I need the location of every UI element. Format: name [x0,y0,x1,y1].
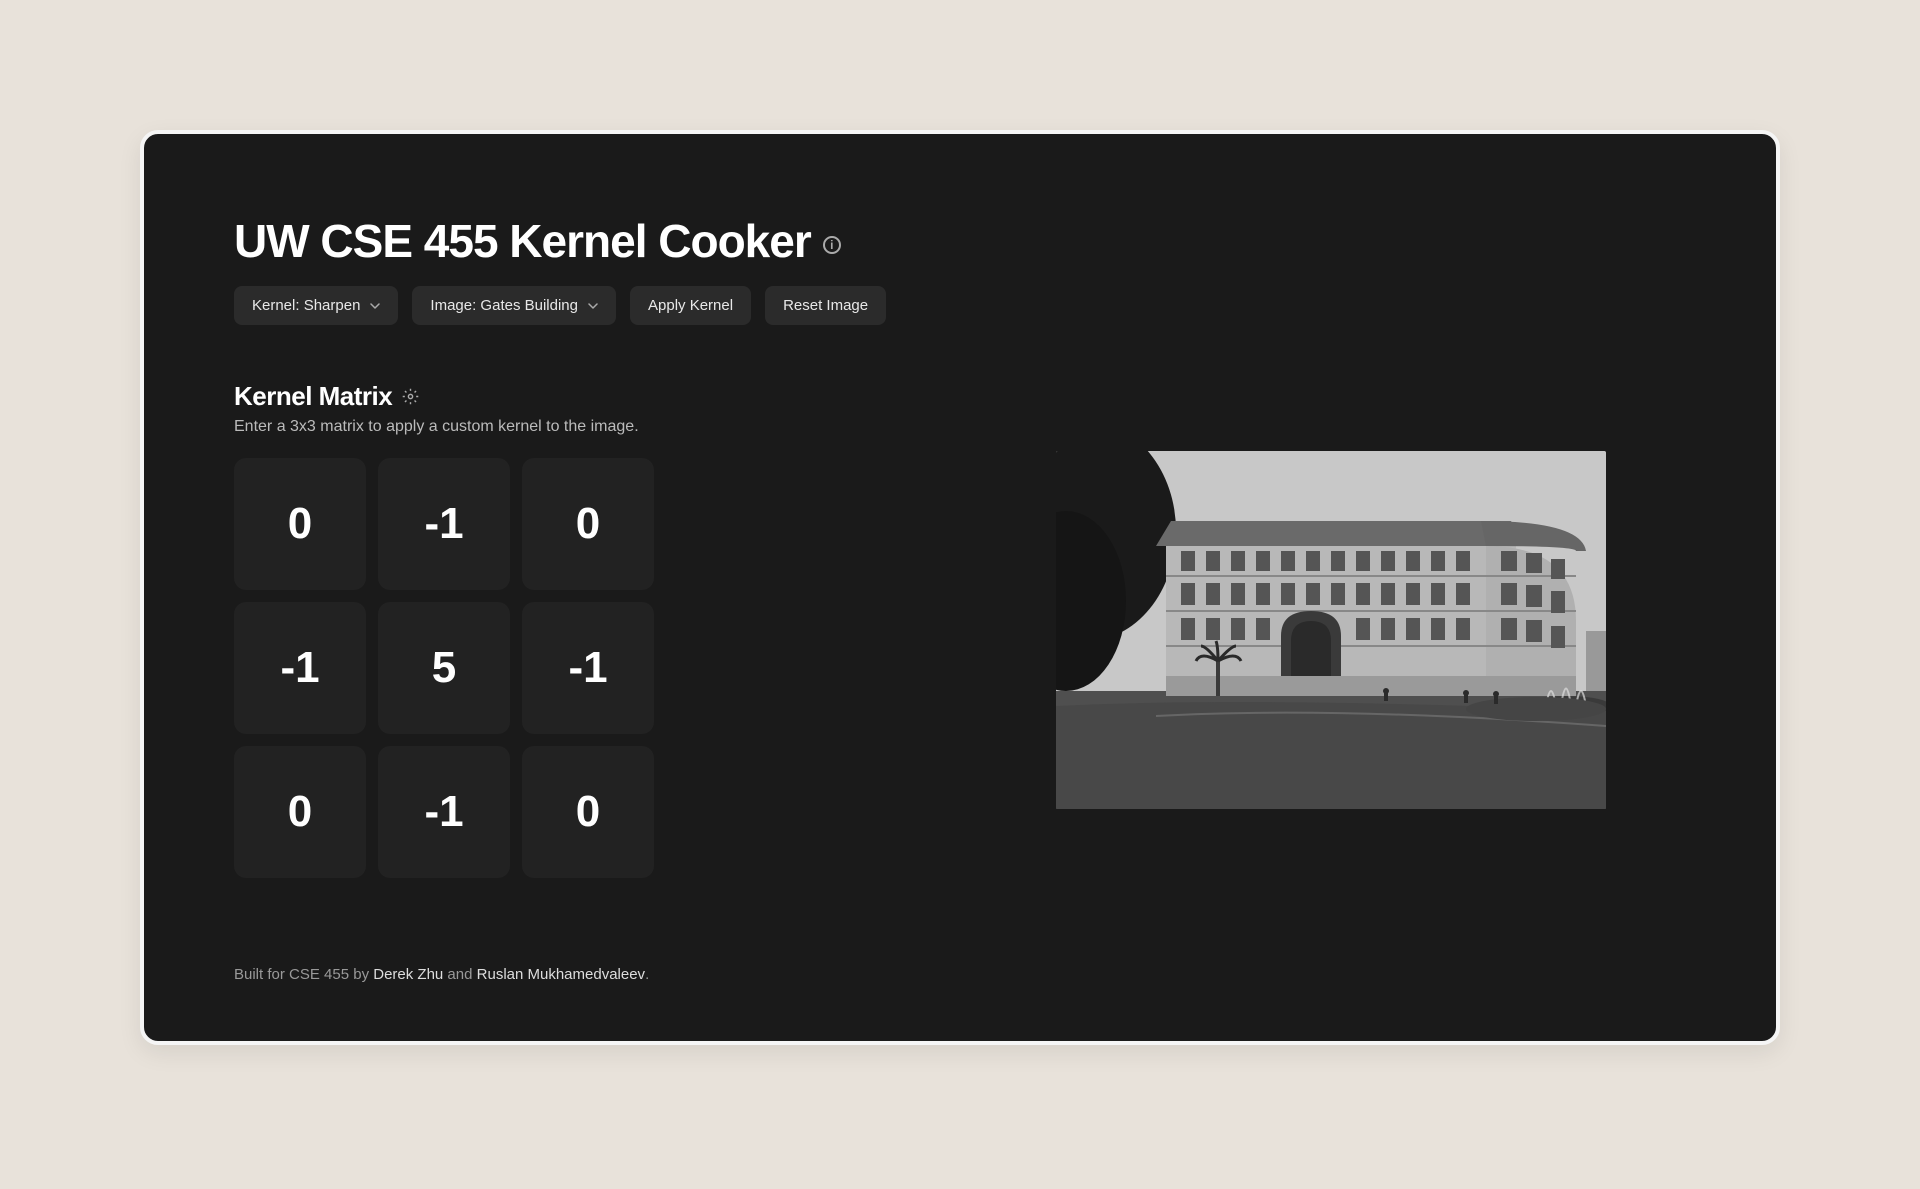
info-icon[interactable]: i [823,236,841,254]
author-link-2[interactable]: Ruslan Mukhamedvaleev [477,966,645,983]
page-title: UW CSE 455 Kernel Cooker [234,214,811,268]
matrix-cell-1-2[interactable]: -1 [522,602,654,734]
app-window: UW CSE 455 Kernel Cooker i Kernel: Sharp… [140,130,1780,1045]
gear-icon[interactable] [402,388,419,405]
image-select-label: Image: Gates Building [430,297,578,314]
right-panel [714,381,1686,878]
footer-suffix: . [645,966,649,983]
footer: Built for CSE 455 by Derek Zhu and Rusla… [234,966,1686,983]
chevron-down-icon [370,303,380,309]
image-select[interactable]: Image: Gates Building [412,286,616,325]
kernel-matrix: 0 -1 0 -1 5 -1 0 -1 0 [234,458,654,878]
matrix-cell-2-1[interactable]: -1 [378,746,510,878]
section-header: Kernel Matrix [234,381,654,412]
author-link-1[interactable]: Derek Zhu [373,966,443,983]
content: Kernel Matrix Enter a 3x3 matrix to appl… [234,381,1686,878]
matrix-cell-1-0[interactable]: -1 [234,602,366,734]
toolbar: Kernel: Sharpen Image: Gates Building Ap… [234,286,1686,325]
matrix-cell-1-1[interactable]: 5 [378,602,510,734]
header: UW CSE 455 Kernel Cooker i [234,214,1686,268]
chevron-down-icon [588,303,598,309]
matrix-cell-2-0[interactable]: 0 [234,746,366,878]
section-title: Kernel Matrix [234,381,392,412]
footer-middle: and [443,966,476,983]
matrix-cell-0-2[interactable]: 0 [522,458,654,590]
left-panel: Kernel Matrix Enter a 3x3 matrix to appl… [234,381,654,878]
kernel-select[interactable]: Kernel: Sharpen [234,286,398,325]
kernel-select-label: Kernel: Sharpen [252,297,360,314]
image-preview [1056,451,1606,809]
footer-prefix: Built for CSE 455 by [234,966,373,983]
matrix-cell-0-0[interactable]: 0 [234,458,366,590]
reset-image-button[interactable]: Reset Image [765,286,886,325]
apply-kernel-button[interactable]: Apply Kernel [630,286,751,325]
matrix-cell-2-2[interactable]: 0 [522,746,654,878]
matrix-cell-0-1[interactable]: -1 [378,458,510,590]
section-description: Enter a 3x3 matrix to apply a custom ker… [234,418,654,436]
